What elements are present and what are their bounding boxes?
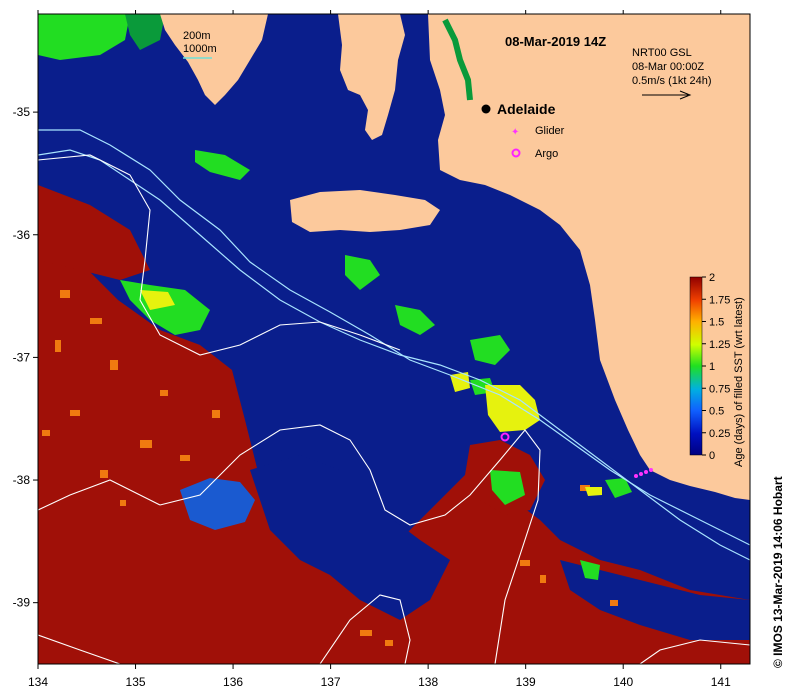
argo-legend-label: Argo <box>535 148 558 160</box>
x-tick-label: 137 <box>321 675 341 689</box>
colorbar-tick-label: 1.75 <box>709 294 730 306</box>
info-line-1: NRT00 GSL <box>632 47 692 59</box>
colorbar-tick-label: 1.5 <box>709 317 724 329</box>
glider-legend-label: Glider <box>535 125 565 137</box>
colorbar-tick-label: 0.25 <box>709 428 730 440</box>
info-line-3: 0.5m/s (1kt 24h) <box>632 75 711 87</box>
y-tick-label: -36 <box>13 228 31 242</box>
info-line-2: 08-Mar 00:00Z <box>632 61 704 73</box>
x-tick-label: 140 <box>613 675 633 689</box>
city-dot-icon <box>481 104 491 114</box>
y-tick-label: -38 <box>13 473 31 487</box>
colorbar-label: Age (days) of filled SST (wrt latest) <box>733 297 745 467</box>
sst-age-map: 200m 1000m 08-Mar-2019 14Z NRT00 GSL 08-… <box>13 10 785 689</box>
x-tick-label: 138 <box>418 675 438 689</box>
x-tick-label: 139 <box>516 675 536 689</box>
y-axis: -35 -36 -37 -38 -39 <box>13 105 38 610</box>
y-tick-label: -35 <box>13 105 31 119</box>
scale-1000m-label: 1000m <box>183 43 217 55</box>
colorbar-tick-label: 0.75 <box>709 383 730 395</box>
colorbar-gradient <box>689 276 703 456</box>
x-tick-label: 136 <box>223 675 243 689</box>
x-tick-label: 135 <box>126 675 146 689</box>
x-tick-label: 134 <box>28 675 48 689</box>
colorbar-tick-label: 0 <box>709 450 715 462</box>
colorbar-tick-label: 2 <box>709 272 715 284</box>
y-tick-label: -37 <box>13 350 31 364</box>
y-tick-label: -39 <box>13 596 31 610</box>
x-tick-label: 141 <box>711 675 731 689</box>
colorbar-tick-label: 1 <box>709 361 715 373</box>
place-label: Adelaide <box>497 101 556 117</box>
credit-text: © IMOS 13-Mar-2019 14:06 Hobart <box>771 476 785 668</box>
map-title: 08-Mar-2019 14Z <box>505 34 606 49</box>
colorbar-tick-label: 0.5 <box>709 406 724 418</box>
scale-200m-label: 200m <box>183 30 211 42</box>
glider-legend-icon: ✦ <box>511 127 519 138</box>
map-area <box>38 14 750 664</box>
colorbar-tick-label: 1.25 <box>709 339 730 351</box>
